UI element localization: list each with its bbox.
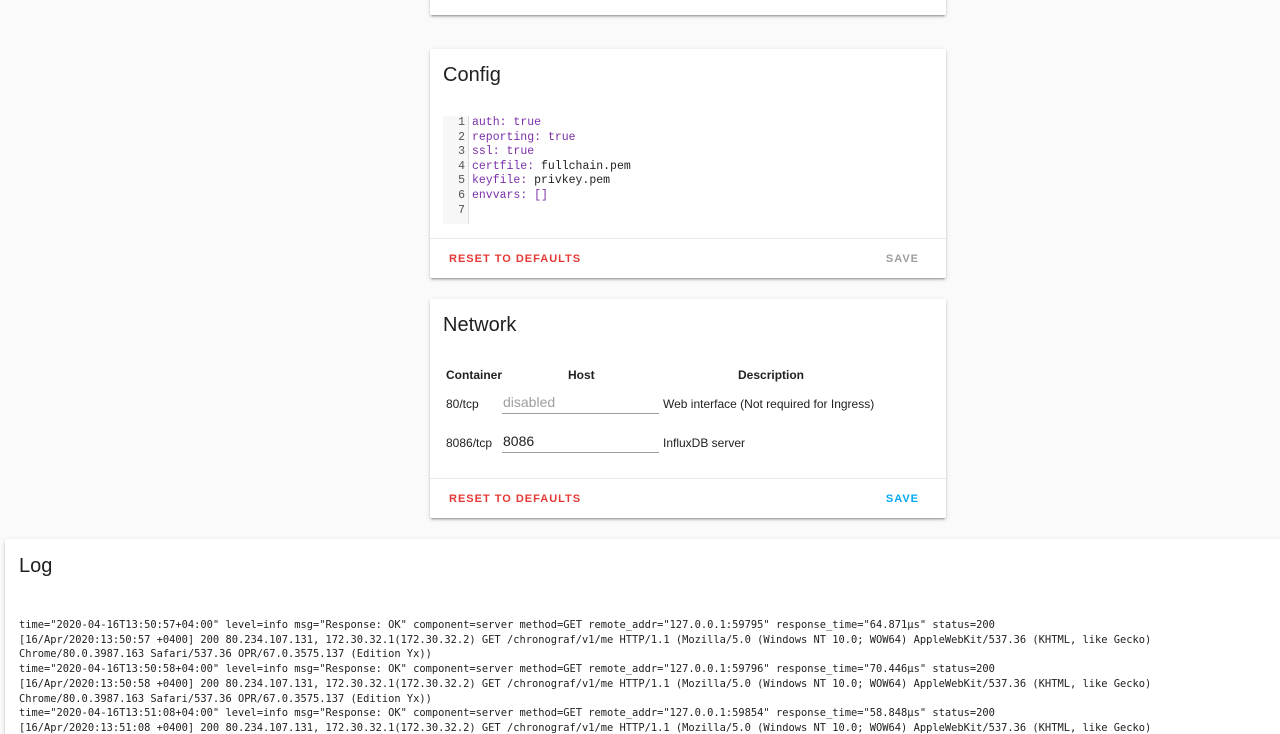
config-save-button[interactable]: SAVE (886, 253, 919, 265)
line-number: 3 (458, 145, 465, 159)
editor-code[interactable]: auth: true reporting: true ssl: true certfi… (472, 116, 631, 218)
code-key: envvars (472, 188, 521, 202)
network-title: Network (443, 314, 517, 336)
code-line: auth: true (472, 116, 542, 129)
header-container: Container (446, 368, 503, 382)
config-code-editor[interactable]: 1 2 3 4 5 6 7 auth: true reporting: true s… (443, 116, 933, 224)
code-key: auth (472, 116, 500, 129)
log-title: Log (19, 555, 53, 577)
log-line: [16/Apr/2020:13:50:58 +0400] 200 80.234.… (19, 677, 1152, 690)
host-port-input-8086[interactable] (502, 431, 659, 453)
code-value: [] (534, 188, 548, 202)
network-save-button[interactable]: SAVE (886, 493, 919, 505)
network-card: Network Container Host Description 80/tc… (430, 299, 946, 518)
config-title: Config (443, 64, 501, 86)
code-line: reporting: true (472, 130, 576, 144)
code-line: envvars: [] (472, 188, 548, 202)
line-number: 1 (458, 116, 465, 129)
code-line: certfile: fullchain.pem (472, 159, 631, 173)
log-line: [16/Apr/2020:13:51:08 +0400] 200 80.234.… (19, 721, 1152, 734)
code-line: keyfile: privkey.pem (472, 174, 611, 188)
log-line: time="2020-04-16T13:50:58+04:00" level=i… (19, 663, 995, 676)
log-output: time="2020-04-16T13:50:57+04:00" level=i… (19, 618, 1275, 734)
log-card: Log time="2020-04-16T13:50:57+04:00" lev… (5, 539, 1280, 734)
code-line: ssl: true (472, 145, 535, 159)
line-number: 2 (458, 130, 465, 144)
header-description: Description (738, 368, 805, 382)
log-line: time="2020-04-16T13:51:08+04:00" level=i… (19, 707, 995, 720)
code-value: true (513, 116, 542, 129)
previous-card (430, 0, 946, 15)
code-value: true (547, 130, 576, 144)
code-value: privkey.pem (534, 174, 611, 188)
header-host: Host (568, 368, 595, 382)
code-key: reporting (472, 130, 535, 144)
log-line: [16/Apr/2020:13:50:57 +0400] 200 80.234.… (19, 633, 1152, 646)
editor-gutter: 1 2 3 4 5 6 7 (443, 116, 469, 224)
row-description-80: Web interface (Not required for Ingress) (663, 397, 875, 411)
host-port-input-80[interactable] (502, 392, 659, 414)
network-reset-button[interactable]: RESET TO DEFAULTS (449, 493, 581, 505)
line-number: 4 (458, 159, 465, 173)
code-value: fullchain.pem (541, 159, 631, 173)
log-line: Chrome/80.0.3987.163 Safari/537.36 OPR/6… (19, 692, 432, 705)
network-actions: RESET TO DEFAULTS SAVE (430, 478, 946, 518)
config-actions: RESET TO DEFAULTS SAVE (430, 238, 946, 278)
line-number: 7 (458, 203, 465, 217)
line-number: 6 (458, 188, 465, 202)
config-card: Config 1 2 3 4 5 6 7 auth: true reporting… (430, 49, 946, 278)
log-line: Chrome/80.0.3987.163 Safari/537.36 OPR/6… (19, 648, 432, 661)
row-container-8086: 8086/tcp (446, 436, 493, 450)
row-container-80: 80/tcp (446, 397, 479, 411)
code-key: ssl (472, 145, 493, 159)
log-line: time="2020-04-16T13:50:57+04:00" level=i… (19, 619, 995, 631)
row-description-8086: InfluxDB server (663, 436, 746, 450)
config-reset-button[interactable]: RESET TO DEFAULTS (449, 253, 581, 265)
line-number: 5 (458, 174, 465, 188)
code-value: true (506, 145, 535, 159)
code-key: keyfile (472, 174, 521, 188)
code-key: certfile (472, 159, 528, 173)
